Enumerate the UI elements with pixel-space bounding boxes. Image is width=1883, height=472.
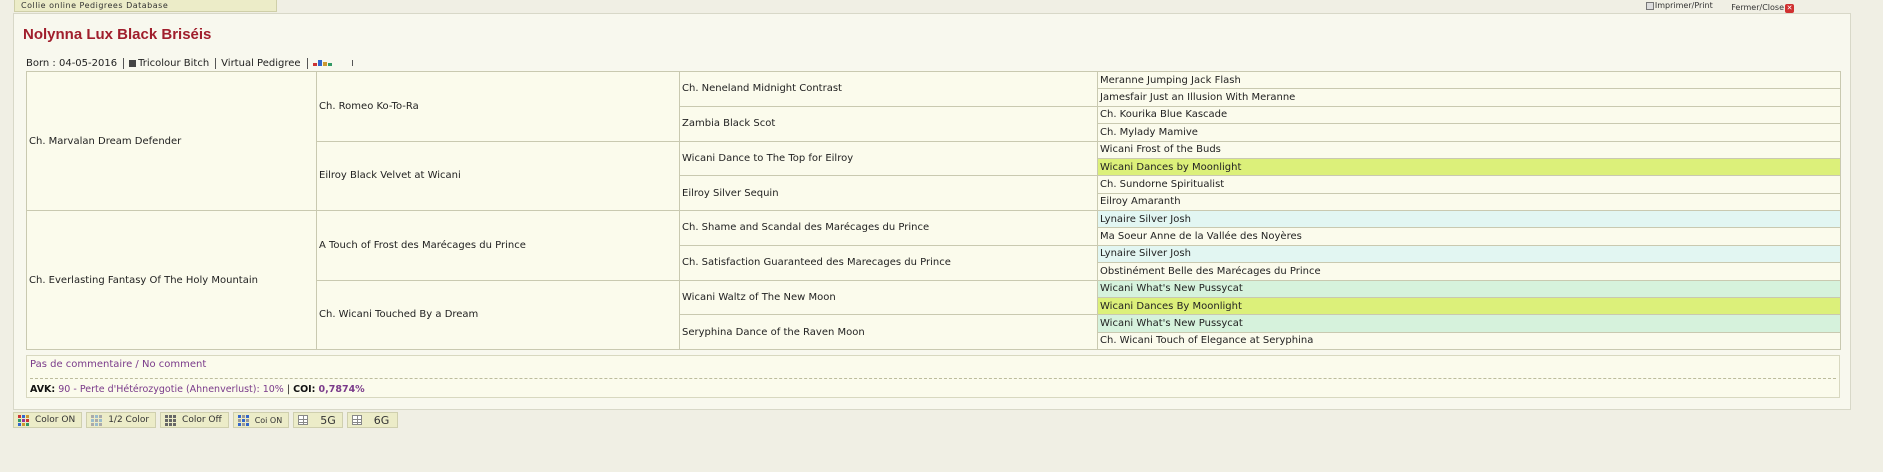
display-options-bar: Color ON 1/2 Color Color Off Coi ON 5G 6… — [13, 412, 402, 428]
gen4-ancestor[interactable]: Wicani Frost of the Buds — [1097, 140, 1841, 159]
print-label: Imprimer/Print — [1654, 1, 1713, 10]
dog-info-bar: Born : 04-05-2016 Tricolour Bitch Virtua… — [26, 55, 358, 71]
comment-text: Pas de commentaire / No comment — [30, 359, 207, 370]
gen4-ancestor[interactable]: Lynaire Silver Josh — [1097, 244, 1841, 264]
color-off-label: Color Off — [182, 415, 222, 425]
pedigree-table: Ch. Marvalan Dream Defender Ch. Romeo Ko… — [26, 70, 1841, 351]
six-gen-label: 6G — [373, 413, 390, 427]
dog-name-title: Nolynna Lux Black Briséis — [23, 26, 212, 43]
gen3-ancestor[interactable]: Eilroy Silver Sequin — [679, 175, 1098, 211]
database-title-tab: Collie online Pedigrees Database — [14, 0, 277, 12]
sex-color-label: Tricolour Bitch — [138, 57, 210, 69]
gen4-ancestor[interactable]: Ch. Sundorne Spiritualist — [1097, 175, 1841, 194]
avk-coi-stats: AVK: 90 - Perte d'Hétérozygotie (Ahnenve… — [30, 384, 365, 395]
gen4-ancestor[interactable]: Lynaire Silver Josh — [1097, 209, 1841, 229]
stats-separator: | — [286, 384, 291, 395]
gen4-ancestor[interactable]: Wicani Dances by Moonlight — [1097, 157, 1841, 177]
gen4-ancestor[interactable]: Jamesfair Just an Illusion With Meranne — [1097, 88, 1841, 107]
color-on-button[interactable]: Color ON — [13, 412, 83, 428]
sex-icon — [129, 59, 137, 67]
avk-value: 90 — [58, 384, 71, 395]
color-off-button[interactable]: Color Off — [160, 412, 229, 428]
sire-dam[interactable]: Eilroy Black Velvet at Wicani — [316, 140, 680, 211]
virtual-pedigree-link[interactable]: Virtual Pedigree — [221, 57, 308, 69]
pedigree-tree-icon — [312, 60, 332, 66]
gen3-ancestor[interactable]: Ch. Shame and Scandal des Marécages du P… — [679, 210, 1098, 246]
coi-value: 0,7874% — [318, 384, 365, 395]
gen4-ancestor[interactable]: Ch. Kourika Blue Kascade — [1097, 105, 1841, 125]
close-icon: ✕ — [1785, 3, 1794, 13]
half-color-label: 1/2 Color — [108, 415, 150, 425]
top-links: Imprimer/Print Fermer/Close ✕ — [1630, 0, 1794, 14]
gen4-ancestor[interactable]: Wicani What's New Pussycat — [1097, 279, 1841, 298]
gen4-ancestor[interactable]: Ch. Mylady Mamive — [1097, 123, 1841, 142]
gen3-ancestor[interactable]: Ch. Satisfaction Guaranteed des Marecage… — [679, 244, 1098, 281]
five-gen-label: 5G — [320, 413, 336, 427]
gen4-ancestor[interactable]: Wicani What's New Pussycat — [1097, 314, 1841, 333]
sire-sire[interactable]: Ch. Romeo Ko-To-Ra — [316, 71, 680, 142]
color-on-label: Color ON — [35, 415, 76, 425]
half-color-button[interactable]: 1/2 Color — [86, 412, 157, 428]
gen4-ancestor[interactable]: Meranne Jumping Jack Flash — [1097, 70, 1841, 90]
table-icon — [351, 415, 362, 425]
gen4-ancestor[interactable]: Obstinément Belle des Marécages du Princ… — [1097, 262, 1841, 281]
table-icon — [298, 415, 309, 425]
coi-grid-icon — [237, 414, 249, 426]
coi-on-button[interactable]: Coi ON — [232, 412, 290, 428]
pedigree-panel: Nolynna Lux Black Briséis Born : 04-05-2… — [13, 13, 1851, 410]
gen4-ancestor[interactable]: Ch. Wicani Touch of Elegance at Seryphin… — [1097, 331, 1841, 351]
gen4-ancestor[interactable]: Wicani Dances By Moonlight — [1097, 296, 1841, 316]
gen4-ancestor[interactable]: Eilroy Amaranth — [1097, 192, 1841, 212]
divider — [30, 378, 1836, 379]
gen3-ancestor[interactable]: Ch. Neneland Midnight Contrast — [679, 71, 1098, 107]
sire[interactable]: Ch. Marvalan Dream Defender — [26, 71, 317, 211]
color-grid-icon — [18, 414, 29, 426]
five-generations-button[interactable]: 5G — [293, 412, 343, 428]
gen3-ancestor[interactable]: Zambia Black Scot — [679, 105, 1098, 142]
comment-box: Pas de commentaire / No comment AVK: 90 … — [26, 355, 1840, 398]
pedigree-chart-link[interactable] — [312, 60, 353, 66]
dam-sire[interactable]: A Touch of Frost des Marécages du Prince — [316, 210, 680, 281]
half-color-grid-icon — [91, 414, 103, 426]
dam[interactable]: Ch. Everlasting Fantasy Of The Holy Moun… — [26, 210, 317, 350]
top-bar: Collie online Pedigrees Database Imprime… — [0, 0, 1883, 13]
gen3-ancestor[interactable]: Seryphina Dance of the Raven Moon — [679, 314, 1098, 350]
six-generations-button[interactable]: 6G — [346, 412, 399, 428]
print-icon — [1645, 2, 1654, 10]
sex-color-info: Tricolour Bitch — [129, 57, 217, 69]
gen4-ancestor[interactable]: Ma Soeur Anne de la Vallée des Noyères — [1097, 227, 1841, 246]
mono-grid-icon — [165, 414, 177, 426]
born-date: Born : 04-05-2016 — [26, 57, 125, 69]
gen3-ancestor[interactable]: Wicani Dance to The Top for Eilroy — [679, 140, 1098, 177]
avk-description: - Perte d'Hétérozygotie (Ahnenverlust): … — [73, 384, 284, 395]
gen3-ancestor[interactable]: Wicani Waltz of The New Moon — [679, 279, 1098, 316]
dam-dam[interactable]: Ch. Wicani Touched By a Dream — [316, 279, 680, 350]
coi-on-label: Coi ON — [254, 415, 283, 425]
avk-label: AVK: — [30, 384, 56, 395]
coi-label: COI: — [293, 384, 316, 395]
print-link[interactable]: Imprimer/Print — [1645, 0, 1713, 12]
